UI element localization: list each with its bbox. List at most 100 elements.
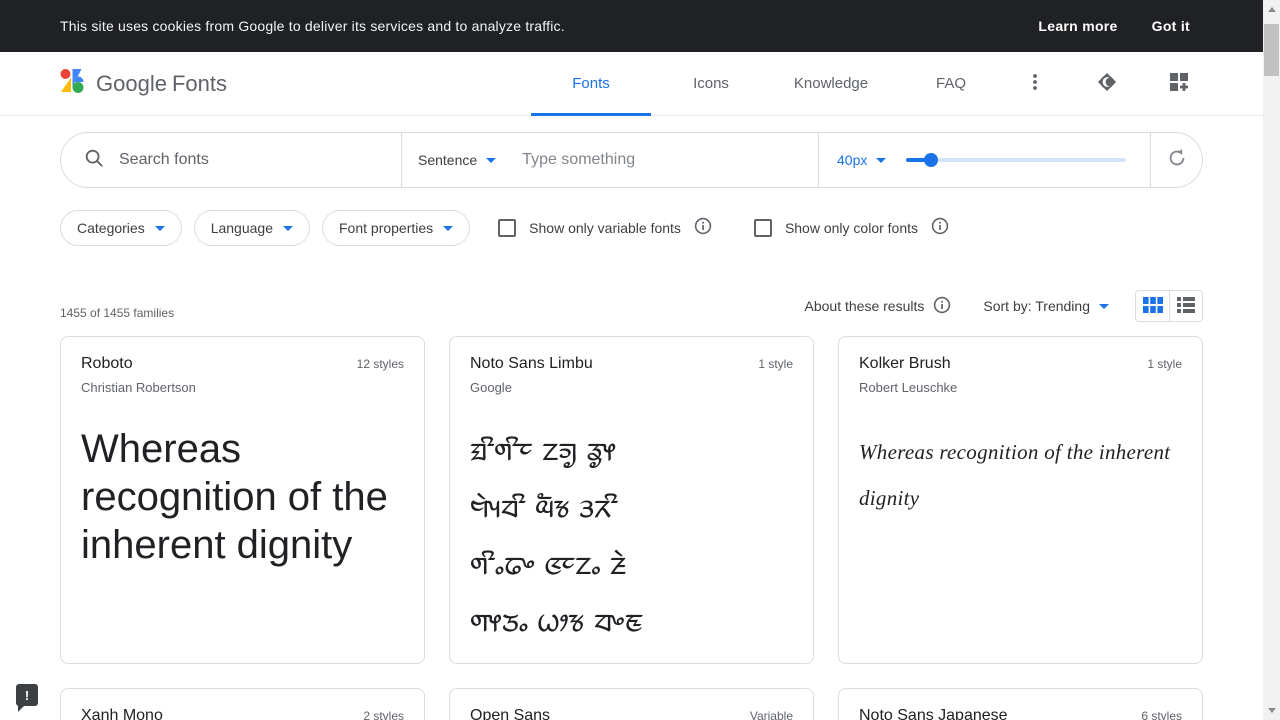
font-preview-text[interactable]: ᤀᤡᤛᤡᤰ ᤁᤈᤢ ᤕᤢᤶ ᤗᤧᤵᤔᤡ ᤓᤠᤃ ᤋᤖᤡ ᤛᤡᤱᤒᤴ ᤜᤰᤁᤱ ᤏ…: [470, 421, 793, 649]
brightness-icon: [1095, 70, 1119, 97]
style-count: 6 styles: [1141, 709, 1182, 720]
scroll-up-arrow-icon[interactable]: [1268, 7, 1276, 12]
size-slider-thumb[interactable]: [924, 153, 938, 167]
font-designer: Christian Robertson: [81, 380, 404, 395]
font-name[interactable]: Xanh Mono: [81, 707, 163, 720]
google-fonts-page: This site uses cookies from Google to de…: [0, 0, 1263, 720]
chevron-down-icon: [155, 226, 165, 231]
style-count: Variable: [750, 709, 793, 720]
font-name[interactable]: Noto Sans Limbu: [470, 355, 593, 373]
font-card-open-sans[interactable]: Open Sans Variable: [449, 688, 814, 720]
logo-google-text: Google: [96, 71, 167, 96]
style-count: 1 style: [758, 357, 793, 371]
learn-more-button[interactable]: Learn more: [1038, 18, 1117, 34]
font-card-noto-sans-japanese[interactable]: Noto Sans Japanese 6 styles: [838, 688, 1203, 720]
dark-mode-toggle-button[interactable]: [1083, 60, 1131, 108]
variable-fonts-label: Show only variable fonts: [529, 220, 681, 236]
font-name[interactable]: Noto Sans Japanese: [859, 707, 1008, 720]
kebab-menu-icon: [1025, 72, 1045, 95]
color-fonts-checkbox[interactable]: [754, 219, 772, 237]
chevron-down-icon: [283, 226, 293, 231]
font-preview-text[interactable]: Whereas recognition of the inherent dign…: [859, 429, 1182, 521]
font-properties-filter[interactable]: Font properties: [322, 210, 470, 246]
font-search-section: [61, 133, 401, 187]
font-card-noto-sans-limbu[interactable]: Noto Sans Limbu 1 style Google ᤀᤡᤛᤡᤰ ᤁᤈᤢ…: [449, 336, 814, 664]
grid-view-button[interactable]: [1136, 291, 1169, 321]
card-header: Xanh Mono 2 styles: [81, 707, 404, 720]
logo-fonts-text: Fonts: [172, 71, 227, 96]
language-label: Language: [211, 220, 273, 236]
list-view-icon: [1177, 297, 1195, 316]
font-card-kolker-brush[interactable]: Kolker Brush 1 style Robert Leuschke Whe…: [838, 336, 1203, 664]
font-size-slider[interactable]: [906, 153, 1126, 167]
font-card-grid-row-2: Xanh Mono 2 styles Open Sans Variable No…: [60, 688, 1203, 720]
tab-knowledge[interactable]: Knowledge: [771, 52, 891, 116]
font-card-grid: Roboto 12 styles Christian Robertson Whe…: [60, 336, 1203, 664]
more-menu-button[interactable]: [1011, 60, 1059, 108]
cookie-actions: Learn more Got it: [1038, 18, 1190, 34]
grid-view-icon: [1143, 297, 1163, 316]
font-preview-text[interactable]: Whereas recognition of the inherent dign…: [81, 425, 404, 569]
chevron-down-icon: [876, 158, 886, 163]
sort-by-label: Sort by: Trending: [983, 298, 1090, 314]
tab-icons[interactable]: Icons: [651, 52, 771, 116]
font-card-roboto[interactable]: Roboto 12 styles Christian Robertson Whe…: [60, 336, 425, 664]
font-name[interactable]: Roboto: [81, 355, 133, 373]
style-count: 12 styles: [357, 357, 404, 371]
card-header: Noto Sans Japanese 6 styles: [859, 707, 1182, 720]
font-name[interactable]: Kolker Brush: [859, 355, 951, 373]
scrollbar[interactable]: [1263, 0, 1280, 720]
variable-fonts-checkbox[interactable]: [498, 219, 516, 237]
variable-fonts-filter-group: Show only variable fonts: [498, 217, 712, 240]
info-icon: [933, 296, 951, 317]
feedback-button[interactable]: !: [16, 684, 38, 706]
font-size-dropdown[interactable]: 40px: [837, 152, 886, 168]
style-count: 2 styles: [363, 709, 404, 720]
card-header: Roboto 12 styles: [81, 355, 404, 373]
font-properties-label: Font properties: [339, 220, 433, 236]
main-nav: Fonts Icons Knowledge FAQ: [531, 52, 1011, 116]
selection-drawer-button[interactable]: [1155, 60, 1203, 108]
slider-track: [906, 158, 1126, 162]
refresh-icon: [1166, 147, 1188, 174]
results-bar: 1455 of 1455 families About these result…: [60, 290, 1203, 322]
results-count: 1455 of 1455 families: [60, 306, 174, 320]
exclamation-icon: !: [25, 688, 29, 703]
cookie-banner: This site uses cookies from Google to de…: [0, 0, 1263, 52]
about-these-results[interactable]: About these results: [805, 296, 952, 317]
categories-filter[interactable]: Categories: [60, 210, 182, 246]
tab-fonts[interactable]: Fonts: [531, 52, 651, 116]
style-count: 1 style: [1147, 357, 1182, 371]
search-input[interactable]: [119, 151, 349, 169]
color-fonts-filter-group: Show only color fonts: [754, 217, 949, 240]
info-icon[interactable]: [694, 217, 712, 240]
scrollbar-thumb[interactable]: [1264, 24, 1279, 76]
preview-text-input[interactable]: [522, 151, 782, 169]
card-header: Noto Sans Limbu 1 style: [470, 355, 793, 373]
categories-label: Categories: [77, 220, 145, 236]
card-header: Kolker Brush 1 style: [859, 355, 1182, 373]
font-designer: Google: [470, 380, 793, 395]
list-view-button[interactable]: [1169, 291, 1202, 321]
google-fonts-logo-icon: [60, 68, 86, 99]
preview-mode-value: Sentence: [418, 152, 477, 168]
tab-faq[interactable]: FAQ: [891, 52, 1011, 116]
google-fonts-logo[interactable]: GoogleFonts: [60, 68, 227, 99]
grid-plus-icon: [1168, 71, 1190, 96]
language-filter[interactable]: Language: [194, 210, 310, 246]
font-name[interactable]: Open Sans: [470, 707, 550, 720]
about-results-label: About these results: [805, 298, 925, 314]
font-size-value: 40px: [837, 152, 867, 168]
preview-mode-dropdown[interactable]: Sentence: [418, 152, 496, 168]
sort-by-dropdown[interactable]: Sort by: Trending: [983, 298, 1109, 314]
results-controls: About these results Sort by: Trending: [805, 290, 1203, 322]
scroll-down-arrow-icon[interactable]: [1268, 708, 1276, 713]
font-size-section: 40px: [818, 133, 1150, 187]
search-icon: [83, 147, 105, 174]
font-designer: Robert Leuschke: [859, 380, 1182, 395]
reset-button[interactable]: [1150, 133, 1202, 187]
font-card-xanh-mono[interactable]: Xanh Mono 2 styles: [60, 688, 425, 720]
got-it-button[interactable]: Got it: [1152, 18, 1190, 34]
filter-row: Categories Language Font properties Show…: [60, 210, 1203, 246]
info-icon[interactable]: [931, 217, 949, 240]
